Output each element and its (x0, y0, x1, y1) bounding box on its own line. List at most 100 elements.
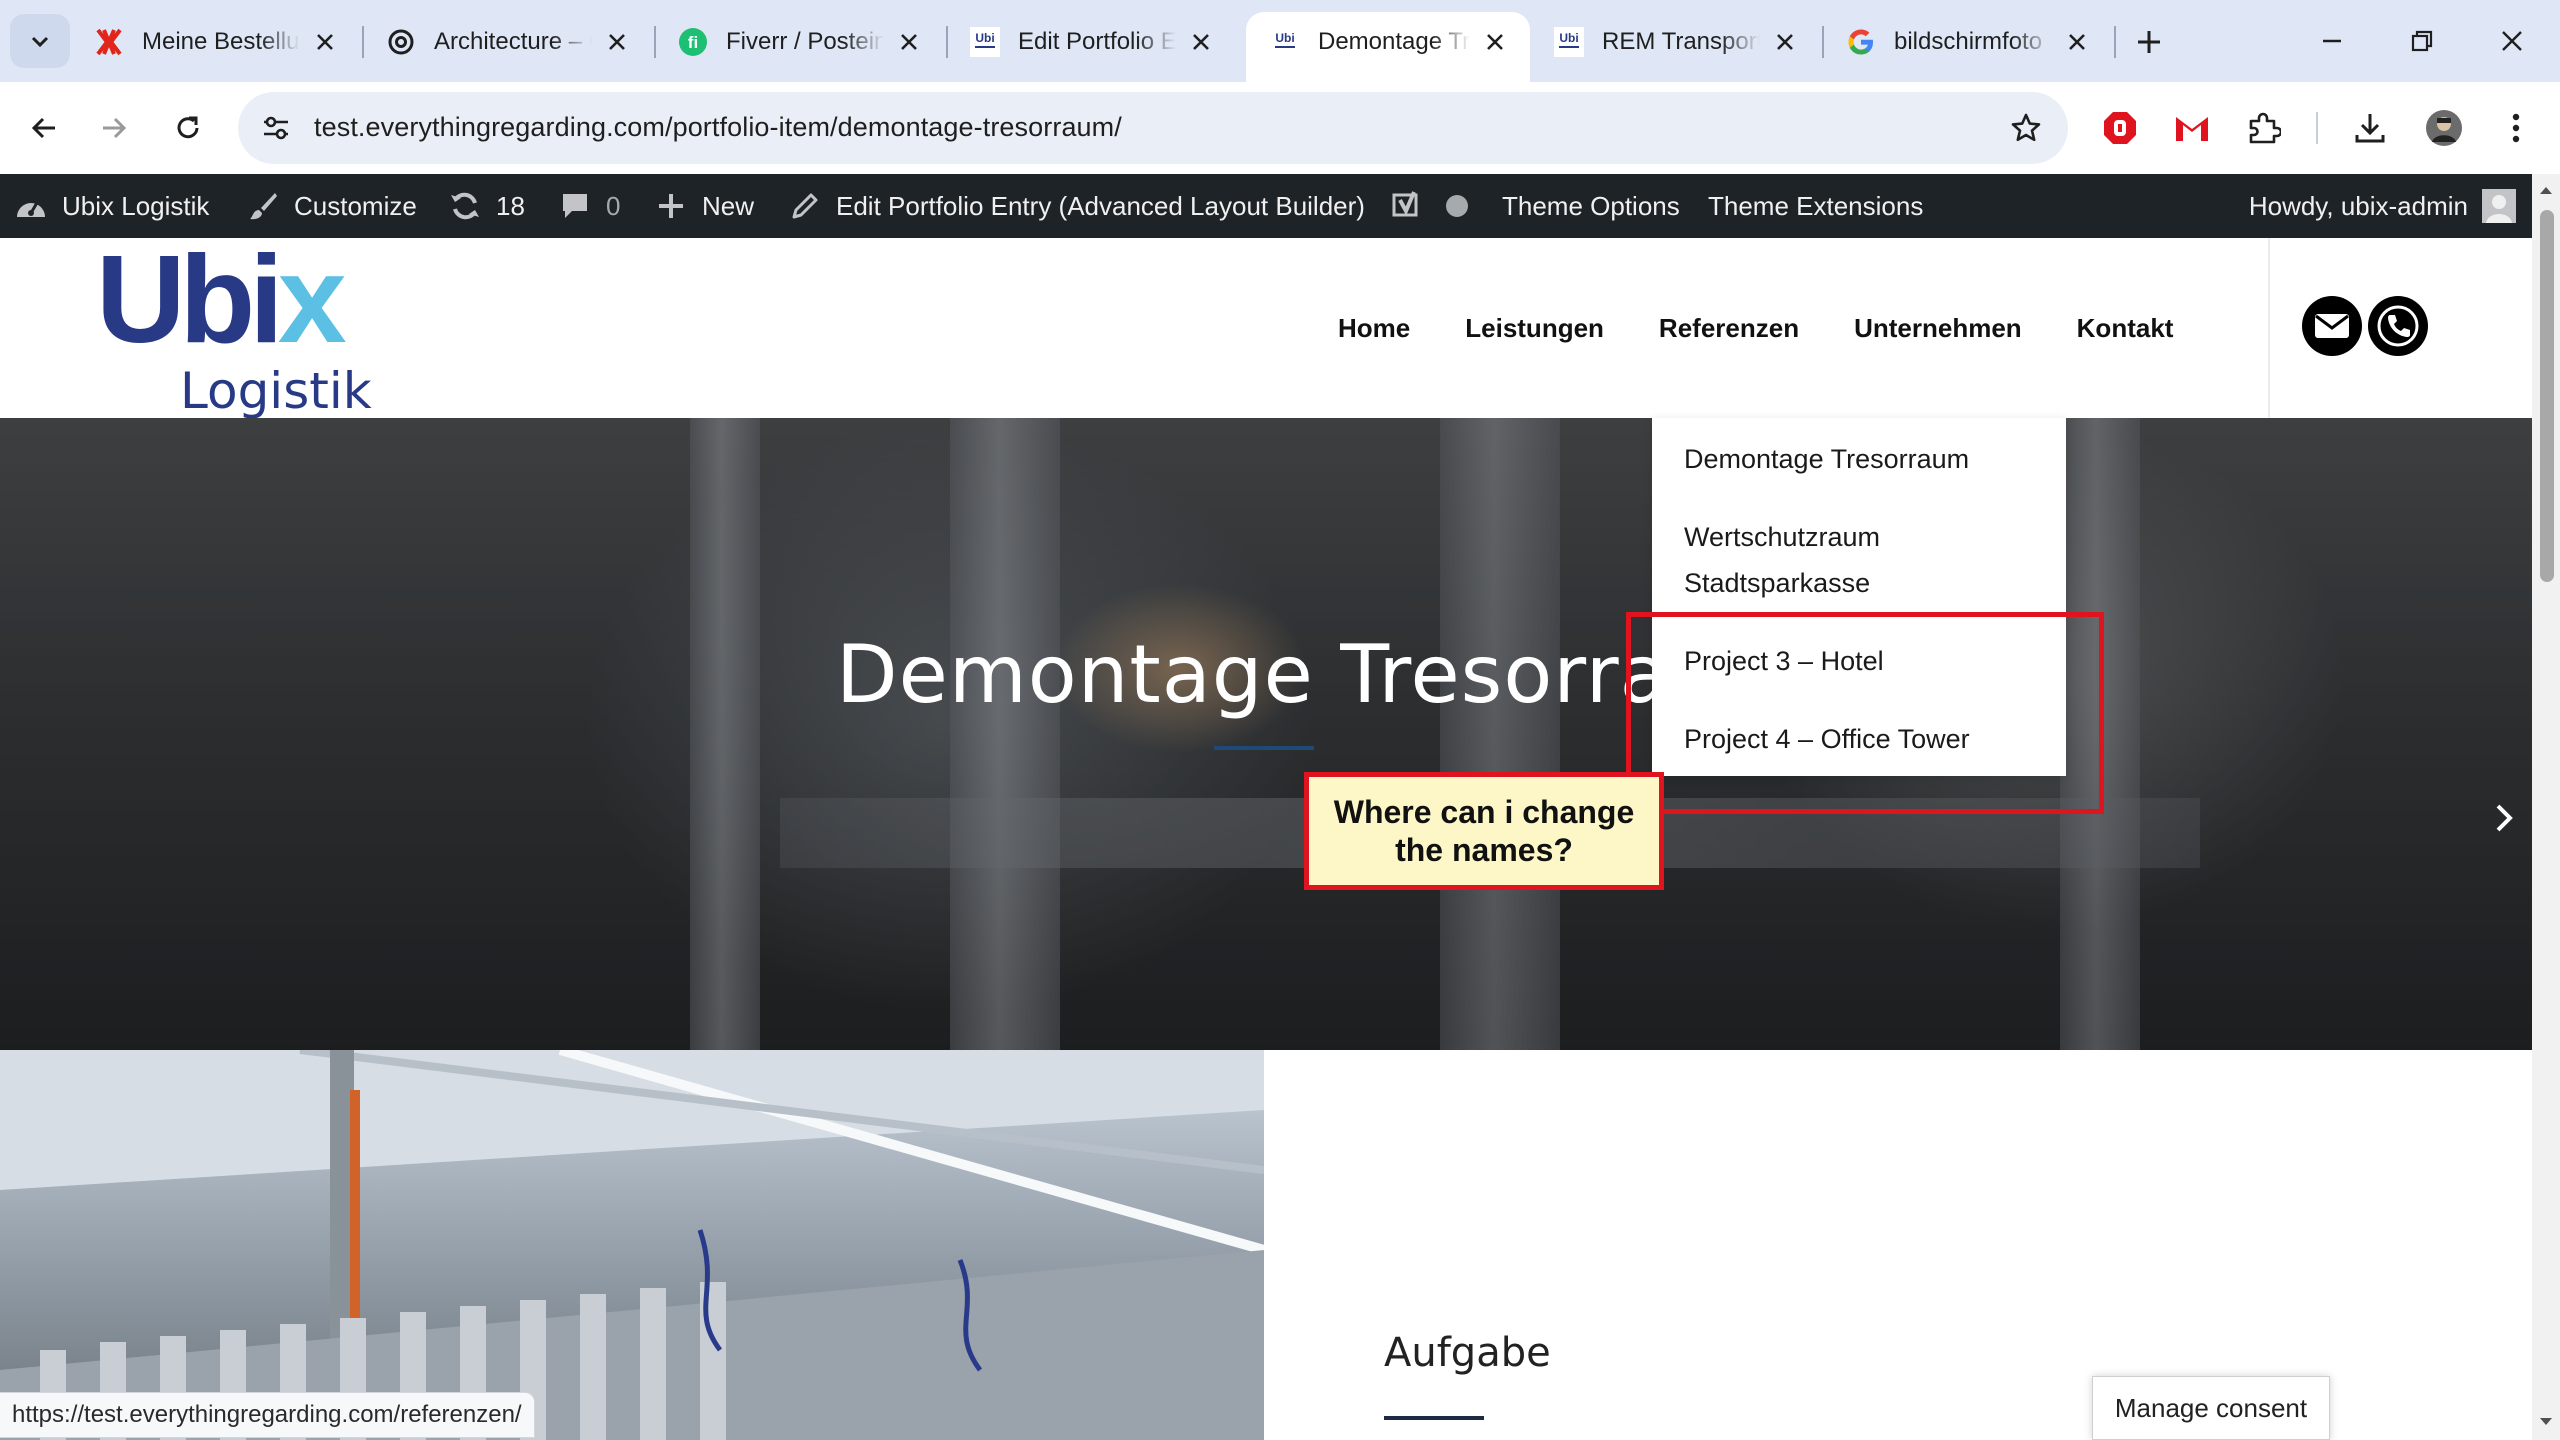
browser-tab[interactable]: Meine Bestellungen (70, 12, 360, 72)
admin-bar-account[interactable]: Howdy, ubix-admin (2249, 174, 2516, 238)
admin-bar-howdy: Howdy, ubix-admin (2248, 190, 2468, 221)
tab-close-icon[interactable] (602, 27, 632, 57)
scrollbar-thumb[interactable] (2540, 210, 2554, 582)
annotation-note: Where can i change the names? (1304, 772, 1664, 890)
restore-icon (2411, 30, 2433, 52)
logo-wordmark: Ubix (96, 231, 347, 369)
profile-avatar[interactable] (2418, 102, 2470, 154)
browser-tab-strip: Meine Bestellungen Architecture – ChatGP… (0, 0, 2560, 82)
browser-tab[interactable]: Ubi Edit Portfolio Entry (946, 12, 1236, 72)
browser-tab[interactable]: bildschirmfoto (1822, 12, 2112, 72)
gmail-extension-icon[interactable] (2166, 102, 2218, 154)
fiverr-icon: fi (678, 27, 708, 57)
nav-item-kontakt[interactable]: Kontakt (2077, 313, 2174, 344)
close-window-button[interactable] (2472, 14, 2552, 68)
admin-bar-comments[interactable]: 0 (558, 174, 620, 238)
tab-close-icon[interactable] (1770, 27, 1800, 57)
admin-bar-yoast[interactable] (1390, 174, 1488, 238)
phone-icon[interactable] (2368, 296, 2428, 356)
submenu-item[interactable]: Demontage Tresorraum (1652, 436, 2066, 514)
section-heading-underline (1384, 1416, 1484, 1420)
status-dot-icon (1440, 189, 1474, 223)
forward-button[interactable] (88, 102, 140, 154)
nav-item-home[interactable]: Home (1338, 313, 1410, 344)
admin-bar-theme-extensions[interactable]: Theme Extensions (1708, 174, 1923, 238)
tab-close-icon[interactable] (310, 27, 340, 57)
admin-bar-theme-extensions-label: Theme Extensions (1708, 190, 1924, 221)
plus-icon (2138, 31, 2160, 53)
hero-banner: Demontage Tresorraum (0, 418, 2532, 1050)
tab-close-icon[interactable] (1480, 27, 1510, 57)
openai-icon (386, 27, 416, 57)
svg-text:Ubi: Ubi (975, 31, 994, 45)
new-tab-button[interactable] (2124, 20, 2174, 64)
browser-tab[interactable]: Architecture – ChatGPT (362, 12, 652, 72)
tab-close-icon[interactable] (1186, 27, 1216, 57)
tab-search-button[interactable] (10, 14, 70, 68)
section-heading: Aufgabe (1384, 1330, 1551, 1376)
browser-toolbar: test.everythingregarding.com/portfolio-i… (0, 82, 2560, 174)
email-icon[interactable] (2302, 296, 2362, 356)
logo-subtitle: Logistik (180, 362, 372, 420)
annotation-highlight-box (1626, 612, 2104, 814)
site-logo[interactable]: Ubix Logistik (96, 238, 372, 420)
scroll-down-arrow-icon[interactable] (2538, 1414, 2554, 1430)
svg-text:Ubi: Ubi (1275, 31, 1294, 45)
x-brand-icon (94, 27, 124, 57)
admin-bar-theme-options[interactable]: Theme Options (1502, 174, 1680, 238)
admin-bar-customize[interactable]: Customize (246, 174, 417, 238)
minimize-button[interactable] (2292, 14, 2372, 68)
back-button[interactable] (18, 102, 70, 154)
browser-status-bar: https://test.everythingregarding.com/ref… (0, 1392, 535, 1438)
ubix-favicon: Ubi (970, 27, 1000, 57)
tab-separator (2114, 26, 2116, 58)
chevron-right-icon (2496, 804, 2513, 832)
admin-bar-customize-label: Customize (294, 190, 417, 221)
tab-title: REM Transport (1602, 28, 1760, 55)
extensions-puzzle-icon[interactable] (2238, 102, 2290, 154)
scroll-up-arrow-icon[interactable] (2538, 182, 2554, 198)
toolbar-divider (2316, 112, 2318, 144)
admin-bar-updates[interactable]: 18 (448, 174, 525, 238)
admin-bar-edit-label: Edit Portfolio Entry (Advanced Layout Bu… (836, 190, 1365, 221)
address-bar[interactable]: test.everythingregarding.com/portfolio-i… (238, 92, 2068, 164)
browser-tab[interactable]: Ubi REM Transport (1530, 12, 1820, 72)
nav-item-referenzen[interactable]: Referenzen (1659, 313, 1799, 344)
restore-button[interactable] (2382, 14, 2462, 68)
reload-button[interactable] (162, 102, 214, 154)
admin-bar-new-label: New (702, 190, 755, 221)
svg-text:fi: fi (688, 33, 698, 52)
tab-title: Meine Bestellungen (142, 28, 300, 55)
download-icon[interactable] (2344, 102, 2396, 154)
minimize-icon (2323, 39, 2341, 43)
admin-bar-comments-count: 0 (606, 190, 621, 221)
close-icon (2502, 31, 2522, 51)
tab-close-icon[interactable] (2062, 27, 2092, 57)
header-divider (2268, 238, 2270, 418)
manage-consent-button[interactable]: Manage consent (2092, 1376, 2330, 1440)
nav-item-unternehmen[interactable]: Unternehmen (1854, 313, 2022, 344)
tab-close-icon[interactable] (894, 27, 924, 57)
adblock-extension-icon[interactable] (2094, 102, 2146, 154)
admin-bar-edit-entry[interactable]: Edit Portfolio Entry (Advanced Layout Bu… (788, 174, 1365, 238)
arrow-left-icon (31, 117, 55, 139)
bookmark-star-icon[interactable] (2006, 108, 2046, 148)
slider-next-button[interactable] (2484, 788, 2524, 848)
browser-tab[interactable]: fi Fiverr / Posteingang (654, 12, 944, 72)
admin-bar-site[interactable]: Ubix Logistik (14, 174, 209, 238)
chevron-down-icon (31, 36, 49, 48)
admin-bar-new[interactable]: New (654, 174, 754, 238)
reload-icon (177, 116, 199, 139)
ubix-favicon: Ubi (1270, 27, 1300, 57)
site-settings-icon[interactable] (258, 110, 294, 146)
page-scrollbar[interactable] (2532, 174, 2560, 1440)
nav-item-leistungen[interactable]: Leistungen (1465, 313, 1604, 344)
hero-overlay (0, 418, 2532, 1050)
content-text-column: Aufgabe (1264, 1050, 2532, 1440)
url-text[interactable]: test.everythingregarding.com/portfolio-i… (314, 112, 1122, 143)
browser-menu-icon[interactable] (2490, 102, 2542, 154)
user-avatar-icon (2482, 189, 2516, 223)
browser-tab-active[interactable]: Ubi Demontage Tresorraum (1246, 12, 1530, 82)
admin-bar-theme-options-label: Theme Options (1502, 190, 1680, 221)
tab-title: Edit Portfolio Entry (1018, 28, 1176, 55)
